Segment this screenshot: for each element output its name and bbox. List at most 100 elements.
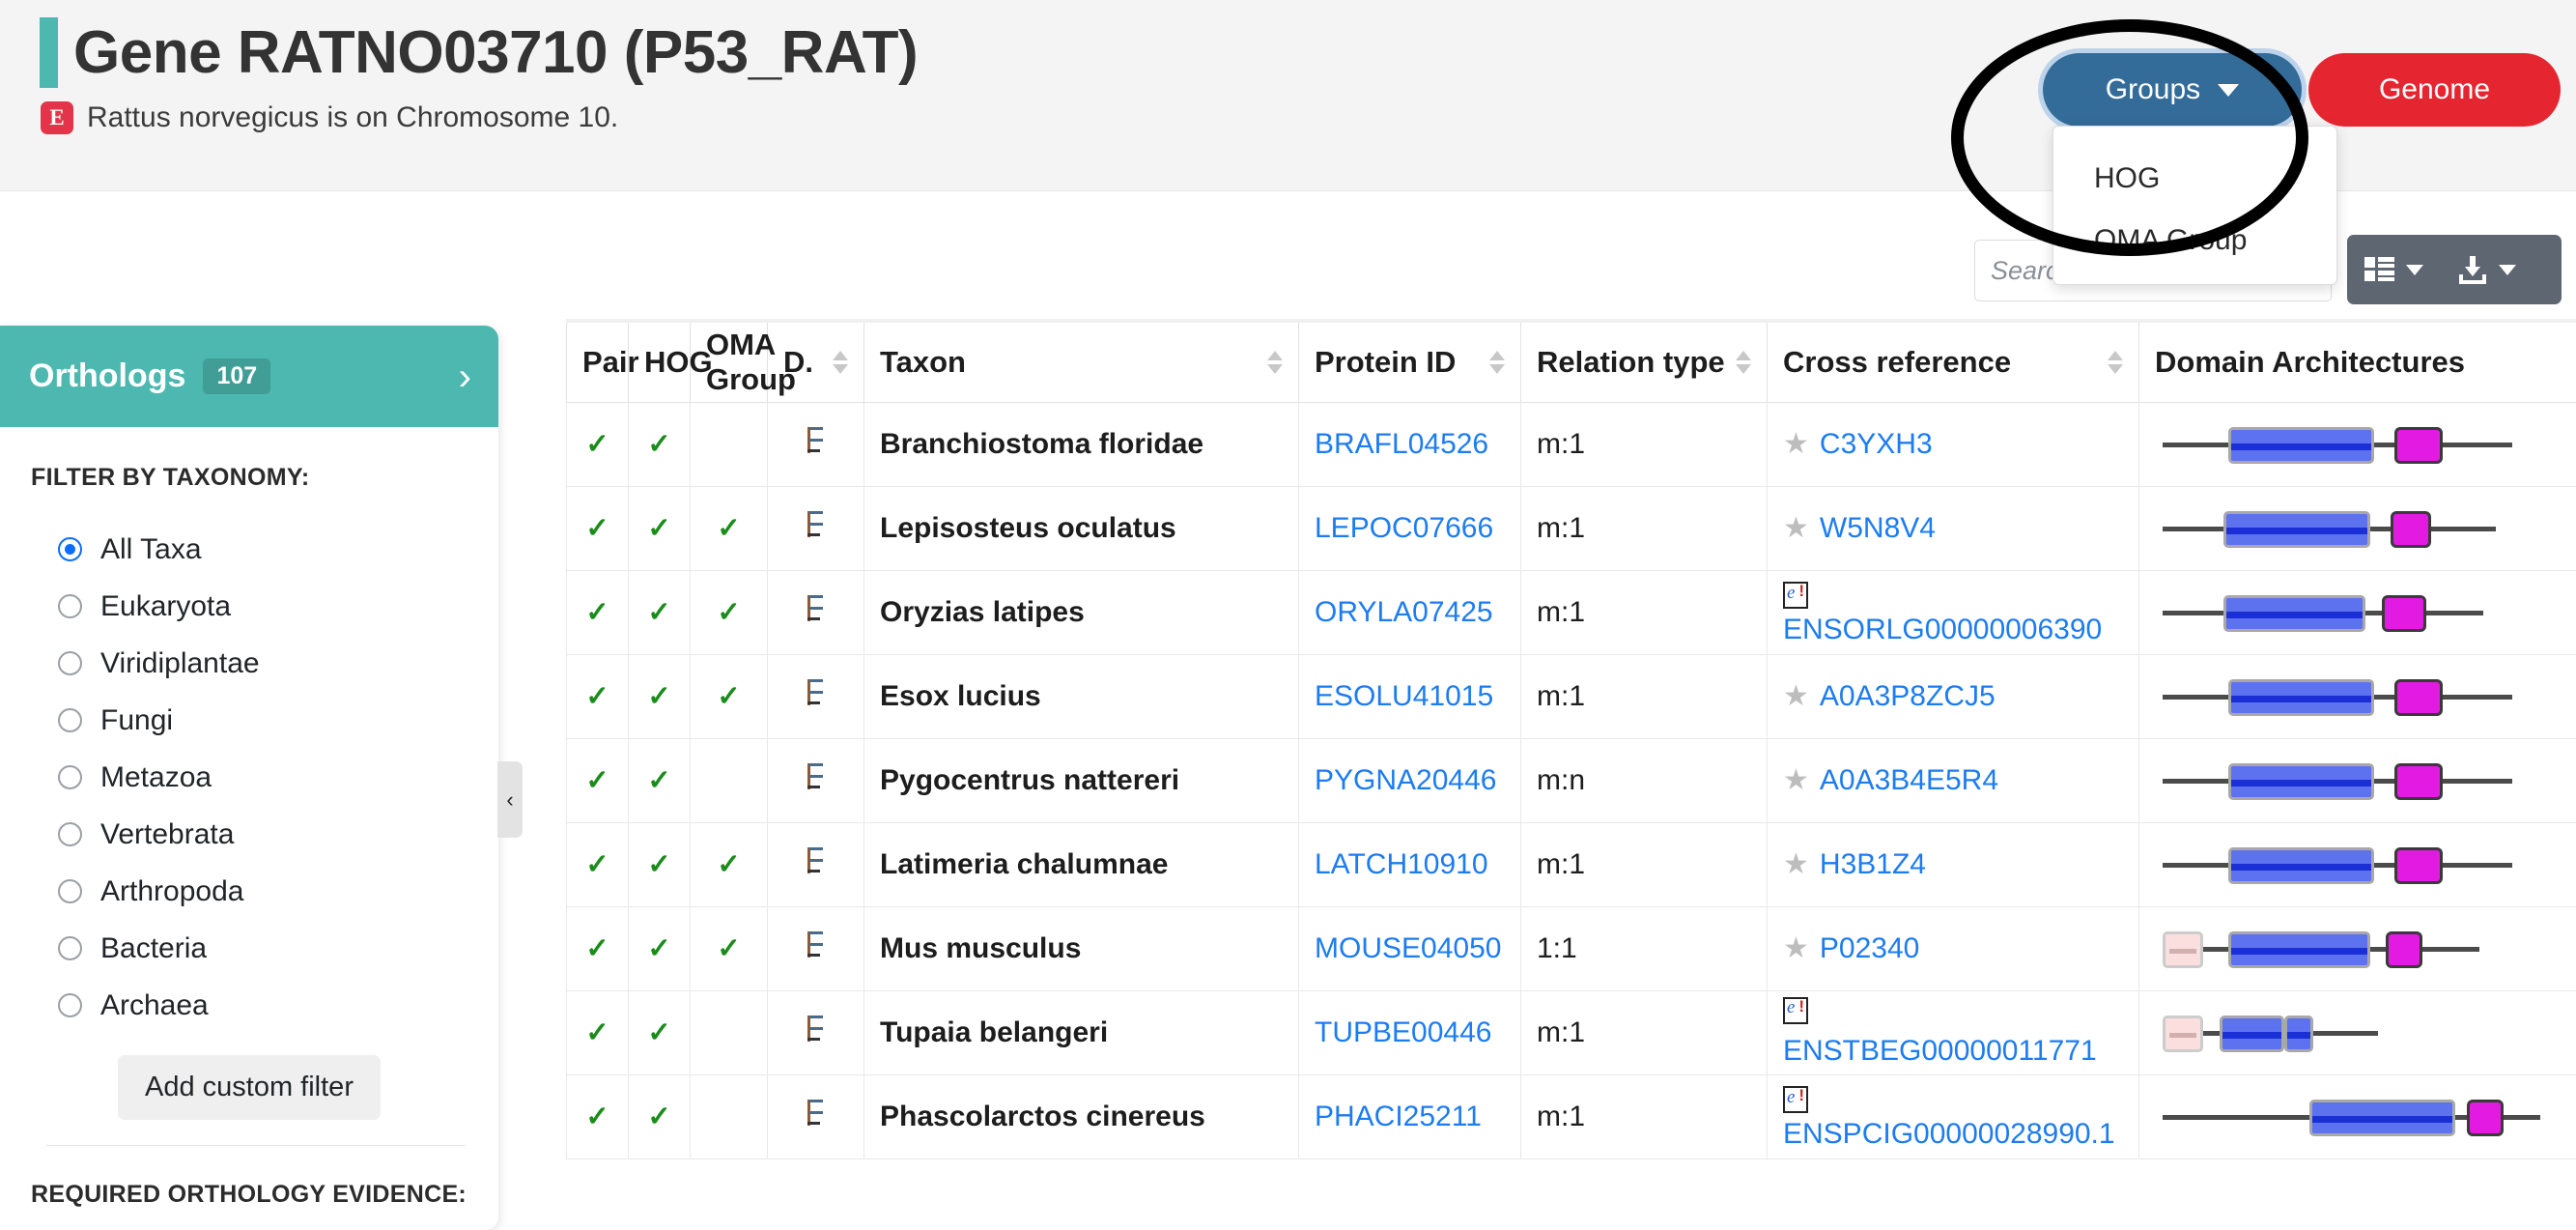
protein-id-link[interactable]: BRAFL04526 (1315, 428, 1488, 460)
download-button[interactable] (2440, 235, 2533, 304)
radio-icon (58, 993, 82, 1017)
protein-id-link[interactable]: LEPOC07666 (1315, 512, 1493, 544)
col-header-taxon[interactable]: Taxon (863, 323, 1299, 403)
taxon-radio-all-taxa[interactable]: All Taxa (31, 521, 498, 578)
cell-protein-id[interactable]: ESOLU41015 (1298, 653, 1521, 739)
cell-cross-reference[interactable]: ENSTBEG00000011771 (1767, 989, 2139, 1075)
col-header-relation-type-label: Relation type (1537, 344, 1725, 379)
cell-domain-architectures[interactable] (2138, 653, 2576, 739)
protein-id-link[interactable]: ESOLU41015 (1315, 680, 1493, 712)
taxon-label: All Taxa (100, 532, 202, 565)
protein-id-link[interactable]: ORYLA07425 (1315, 596, 1493, 628)
cell-protein-id[interactable]: TUPBE00446 (1298, 989, 1521, 1075)
taxon-radio-metazoa[interactable]: Metazoa (31, 749, 498, 806)
cell-cross-reference[interactable]: ★ A0A3B4E5R4 (1767, 737, 2139, 823)
check-icon: ✓ (647, 513, 671, 544)
domain-architecture-diagram (2155, 672, 2561, 722)
table-row[interactable]: ✓ ✓ ✓ Latimeria chalumnae LATCH10910 m:1 ★ H3B… (566, 821, 2576, 907)
sort-icon[interactable] (833, 350, 848, 374)
taxon-radio-bacteria[interactable]: Bacteria (31, 920, 498, 977)
cell-cross-reference[interactable]: ENSPCIG00000028990.1 (1767, 1073, 2139, 1159)
check-icon: ✓ (585, 681, 609, 712)
col-header-cross-reference[interactable]: Cross reference (1767, 323, 2139, 403)
chevron-right-icon[interactable]: › (459, 358, 471, 396)
cell-protein-id[interactable]: PHACI25211 (1298, 1073, 1521, 1159)
groups-button[interactable]: Groups (2043, 53, 2302, 127)
check-icon: ✓ (717, 681, 741, 712)
col-header-pair[interactable]: Pair (566, 323, 639, 403)
col-header-relation-type[interactable]: Relation type (1520, 323, 1768, 403)
phylogenetic-tree-icon (807, 425, 824, 455)
table-row[interactable]: ✓ ✓ Tupaia belangeri TUPBE00446 m:1 ENSTBEG0… (566, 989, 2576, 1075)
menu-item-oma-group[interactable]: OMA Group (2053, 210, 2336, 272)
cell-domain-architectures[interactable] (2138, 821, 2576, 907)
cross-reference-link[interactable]: H3B1Z4 (1820, 848, 1926, 881)
taxon-radio-viridiplantae[interactable]: Viridiplantae (31, 635, 498, 692)
columns-toggle-button[interactable] (2347, 235, 2440, 304)
cross-reference-link[interactable]: ENSTBEG00000011771 (1783, 1035, 2097, 1068)
cell-protein-id[interactable]: MOUSE04050 (1298, 905, 1521, 991)
sidebar-body: FILTER BY TAXONOMY: All Taxa Eukaryota V… (0, 427, 498, 1209)
cross-reference-link[interactable]: W5N8V4 (1820, 512, 1936, 545)
sidebar-collapse-handle[interactable]: ‹ (497, 761, 523, 838)
cell-cross-reference[interactable]: ★ P02340 (1767, 905, 2139, 991)
protein-id-link[interactable]: TUPBE00446 (1315, 1016, 1491, 1048)
cross-reference-link[interactable]: ENSORLG00000006390 (1783, 614, 2102, 645)
sort-icon[interactable] (1489, 350, 1505, 374)
protein-id-link[interactable]: PHACI25211 (1315, 1101, 1482, 1132)
cell-domain-architectures[interactable] (2138, 1073, 2576, 1159)
cell-domain-architectures[interactable] (2138, 737, 2576, 823)
menu-item-hog[interactable]: HOG (2053, 148, 2336, 210)
sort-icon[interactable] (1267, 350, 1283, 374)
table-row[interactable]: ✓ ✓ ✓ Oryzias latipes ORYLA07425 m:1 ENSORLG0… (566, 569, 2576, 655)
cell-cross-reference[interactable]: ★ C3YXH3 (1767, 401, 2139, 487)
cell-domain-architectures[interactable] (2138, 569, 2576, 655)
table-row[interactable]: ✓ ✓ Branchiostoma floridae BRAFL04526 m:1 ★ C… (566, 401, 2576, 487)
check-icon: ✓ (717, 933, 741, 964)
col-header-cross-reference-label: Cross reference (1783, 344, 2012, 379)
cell-relation-type: m:1 (1520, 989, 1768, 1075)
sort-icon[interactable] (2108, 350, 2123, 374)
taxon-radio-fungi[interactable]: Fungi (31, 692, 498, 749)
table-row[interactable]: ✓ ✓ Pygocentrus nattereri PYGNA20446 m:n ★ A0… (566, 737, 2576, 823)
radio-icon (58, 708, 82, 732)
cell-protein-id[interactable]: BRAFL04526 (1298, 401, 1521, 487)
star-icon: ★ (1783, 763, 1809, 796)
cell-cross-reference[interactable]: ★ H3B1Z4 (1767, 821, 2139, 907)
taxon-radio-vertebrata[interactable]: Vertebrata (31, 806, 498, 863)
cell-protein-id[interactable]: LEPOC07666 (1298, 485, 1521, 571)
table-toolbar[interactable] (2347, 235, 2562, 304)
cell-cross-reference[interactable]: ★ W5N8V4 (1767, 485, 2139, 571)
table-row[interactable]: ✓ ✓ ✓ Mus musculus MOUSE04050 1:1 ★ P02340 (566, 905, 2576, 991)
cell-domain-architectures[interactable] (2138, 485, 2576, 571)
taxon-radio-archaea[interactable]: Archaea (31, 977, 498, 1034)
protein-id-link[interactable]: LATCH10910 (1315, 848, 1488, 880)
cell-domain-architectures[interactable] (2138, 401, 2576, 487)
cross-reference-link[interactable]: ENSPCIG00000028990.1 (1783, 1118, 2115, 1150)
protein-id-link[interactable]: MOUSE04050 (1315, 932, 1501, 964)
cell-domain-architectures[interactable] (2138, 989, 2576, 1075)
taxon-radio-eukaryota[interactable]: Eukaryota (31, 578, 498, 635)
taxon-radio-arthropoda[interactable]: Arthropoda (31, 863, 498, 920)
add-custom-filter-button[interactable]: Add custom filter (118, 1055, 381, 1120)
cell-protein-id[interactable]: LATCH10910 (1298, 821, 1521, 907)
cell-protein-id[interactable]: PYGNA20446 (1298, 737, 1521, 823)
col-header-domain-architectures[interactable]: Domain Architectures (2138, 323, 2576, 403)
cross-reference-link[interactable]: C3YXH3 (1820, 428, 1933, 461)
sort-icon[interactable] (1736, 350, 1751, 374)
table-row[interactable]: ✓ ✓ ✓ Lepisosteus oculatus LEPOC07666 m:1 ★ W5… (566, 485, 2576, 571)
cell-domain-architectures[interactable] (2138, 905, 2576, 991)
cell-cross-reference[interactable]: ★ A0A3P8ZCJ5 (1767, 653, 2139, 739)
cross-reference-link[interactable]: A0A3B4E5R4 (1820, 764, 1998, 797)
cross-reference-link[interactable]: A0A3P8ZCJ5 (1820, 680, 1996, 713)
col-header-protein-id[interactable]: Protein ID (1298, 323, 1521, 403)
genome-button[interactable]: Genome (2308, 53, 2561, 127)
orthologs-panel-header[interactable]: Orthologs 107 › (0, 326, 498, 427)
cross-reference-link[interactable]: P02340 (1820, 932, 1919, 965)
table-row[interactable]: ✓ ✓ Phascolarctos cinereus PHACI25211 m:1 EN… (566, 1073, 2576, 1159)
cell-cross-reference[interactable]: ENSORLG00000006390 (1767, 569, 2139, 655)
protein-id-link[interactable]: PYGNA20446 (1315, 764, 1496, 796)
cell-protein-id[interactable]: ORYLA07425 (1298, 569, 1521, 655)
groups-dropdown-menu[interactable]: HOG OMA Group (2052, 126, 2337, 285)
table-row[interactable]: ✓ ✓ ✓ Esox lucius ESOLU41015 m:1 ★ A0A3P8ZCJ5 (566, 653, 2576, 739)
